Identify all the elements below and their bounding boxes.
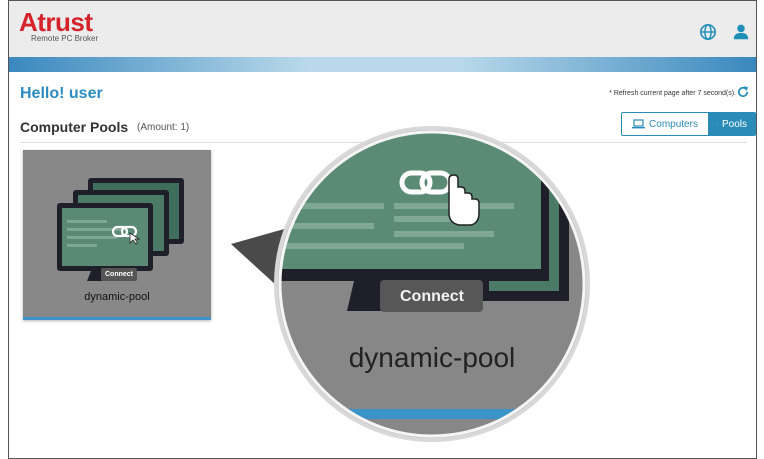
app-window: Atrust Remote PC Broker Hello! user * Re…: [8, 0, 757, 459]
zoom-pool-name: dynamic-pool: [349, 342, 516, 373]
zoom-connect-label: Connect: [400, 288, 465, 305]
zoom-callout: Connect dynamic-pool: [231, 126, 590, 442]
